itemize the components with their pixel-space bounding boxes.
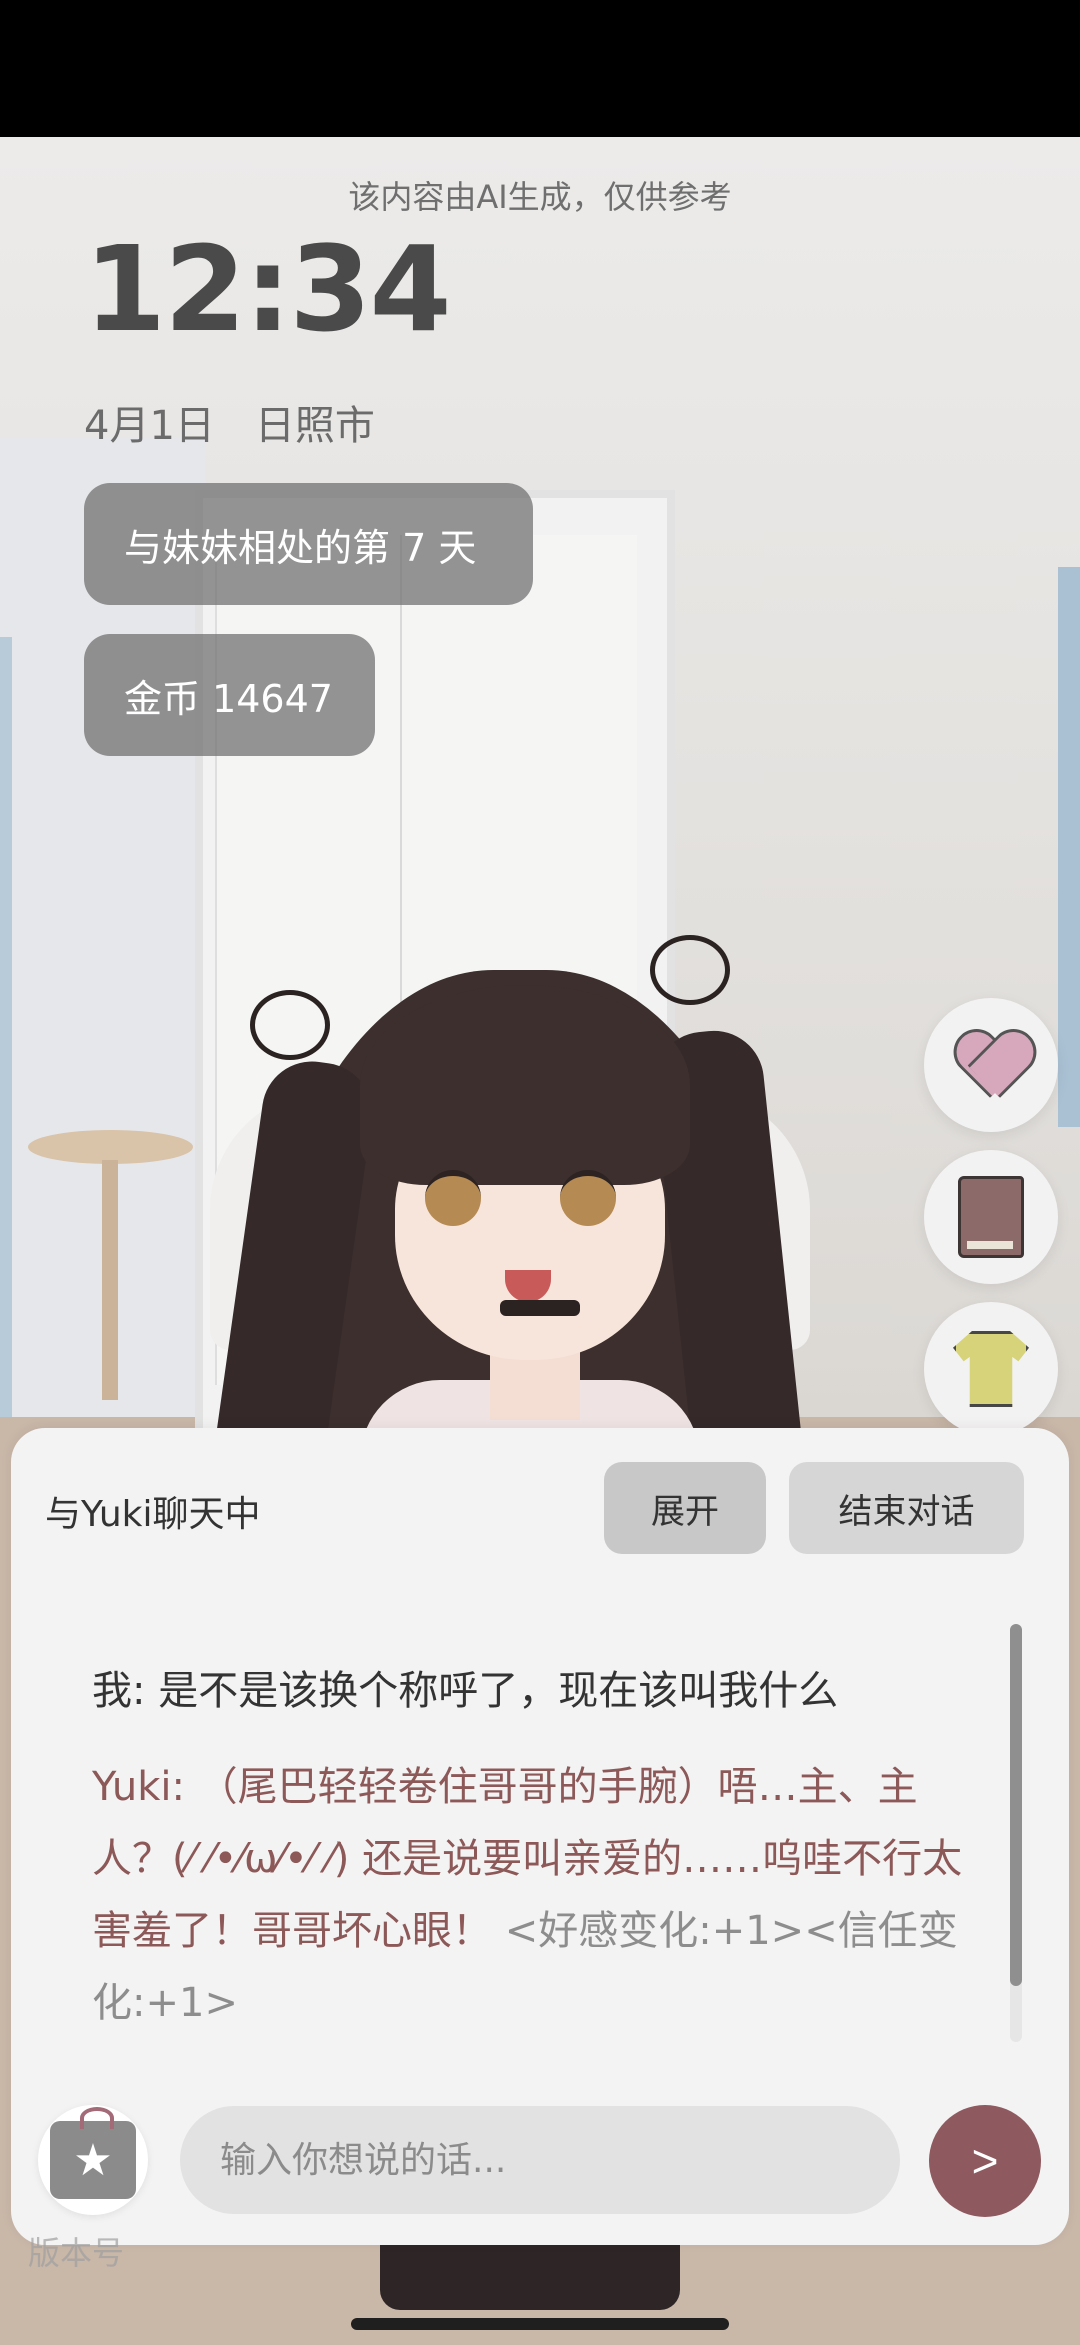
coins-label: 金币 14647: [124, 676, 333, 721]
left-wall: [0, 437, 205, 1587]
date-location: 4月1日 日照市: [84, 393, 375, 451]
message-text: 是不是该换个称呼了，现在该叫我什么: [158, 1668, 839, 1714]
character-bangs: [360, 985, 690, 1185]
outfit-button[interactable]: [924, 1302, 1058, 1436]
message-list: 我: 是不是该换个称呼了，现在该叫我什么 Yuki: （尾巴轻轻卷住哥哥的手腕）…: [92, 1655, 972, 2039]
version-label: 版本号: [28, 2234, 125, 2272]
date-label: 4月1日: [84, 403, 215, 449]
left-curtain: [0, 637, 12, 1537]
message-character: Yuki: （尾巴轻轻卷住哥哥的手腕）唔…主、主人？(⁄ ⁄•⁄ω⁄•⁄ ⁄) …: [92, 1751, 972, 2039]
book-icon: [958, 1176, 1024, 1258]
gift-icon: ★: [50, 2107, 136, 2199]
end-conversation-button[interactable]: 结束对话: [789, 1462, 1024, 1554]
character-ribbon-right: [650, 935, 730, 1005]
scrollbar-thumb[interactable]: [1010, 1624, 1022, 1986]
expand-button[interactable]: 展开: [604, 1462, 766, 1554]
status-bar: [0, 0, 1080, 137]
days-together-label: 与妹妹相处的第 7 天: [124, 525, 477, 570]
message-user: 我: 是不是该换个称呼了，现在该叫我什么: [92, 1655, 972, 1727]
heart-icon: [954, 1033, 1028, 1097]
diary-button[interactable]: [924, 1150, 1058, 1284]
coins-badge: 金币 14647: [84, 634, 375, 756]
chat-title: 与Yuki聊天中: [45, 1494, 261, 1535]
character-eye-right: [560, 1170, 616, 1226]
city-label: 日照市: [254, 403, 375, 449]
message-input[interactable]: [180, 2106, 900, 2214]
character-ribbon-left: [250, 990, 330, 1060]
send-button[interactable]: >: [929, 2105, 1041, 2217]
right-curtain: [1058, 567, 1080, 1127]
side-table-leg: [102, 1160, 118, 1400]
clock: 12:34: [84, 220, 452, 358]
shirt-icon: [953, 1331, 1029, 1407]
days-together-badge: 与妹妹相处的第 7 天: [84, 483, 533, 605]
affection-button[interactable]: [924, 998, 1058, 1132]
character-choker: [500, 1300, 580, 1316]
home-indicator[interactable]: [351, 2318, 729, 2330]
message-speaker: 我:: [92, 1668, 146, 1714]
ai-generated-notice: 该内容由AI生成，仅供参考: [348, 178, 732, 216]
gift-button[interactable]: ★: [38, 2105, 148, 2215]
side-table: [28, 1130, 193, 1164]
character-eye-left: [425, 1170, 481, 1226]
message-speaker: Yuki:: [92, 1764, 185, 1810]
